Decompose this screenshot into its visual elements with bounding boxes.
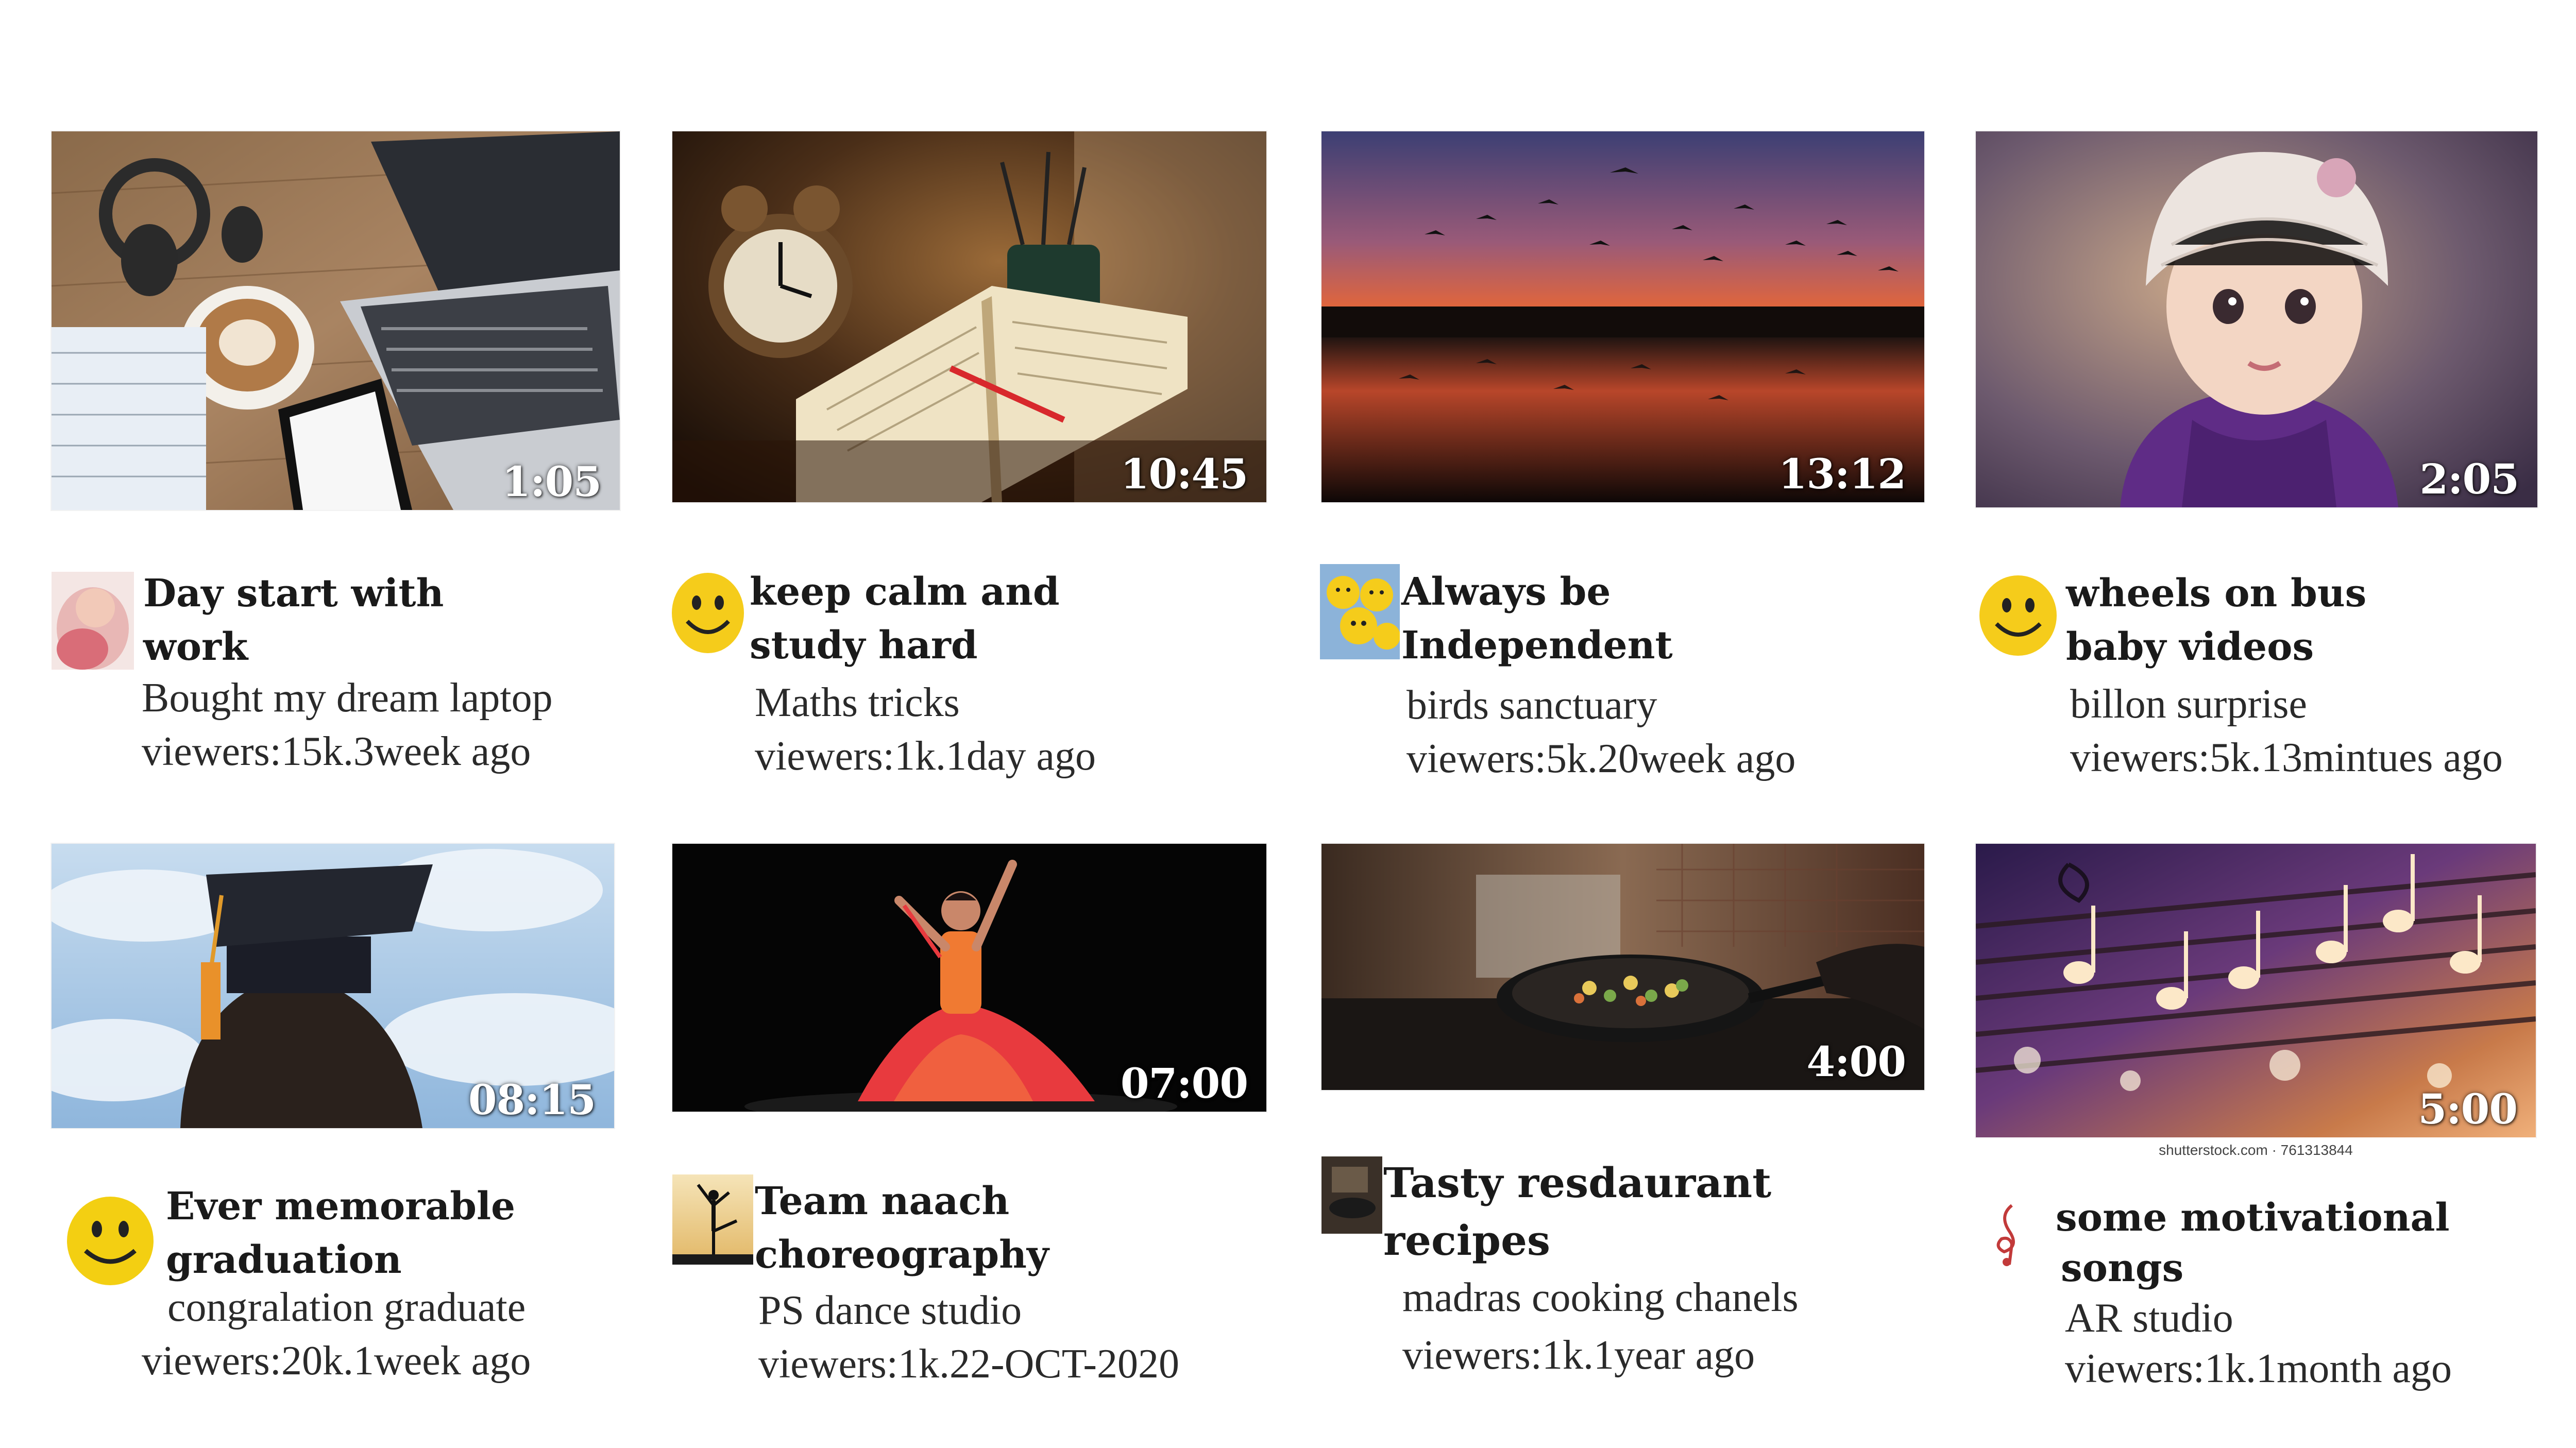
- video-title[interactable]: Tasty resdaurant: [1383, 1154, 1771, 1212]
- video-info: birds sanctuary viewers:5k.20week ago: [1406, 678, 1795, 786]
- video-meta: Day start with work: [143, 567, 444, 674]
- channel-avatar[interactable]: [1321, 1156, 1382, 1234]
- video-title[interactable]: wheels on bus: [2066, 567, 2366, 620]
- video-thumbnail[interactable]: 4:00: [1321, 844, 1924, 1090]
- channel-name[interactable]: PS dance studio: [758, 1284, 1179, 1337]
- video-thumbnail[interactable]: 1:05: [52, 131, 620, 510]
- video-title-line2[interactable]: work: [143, 620, 444, 674]
- video-info: Bought my dream laptop viewers:15k.3week…: [142, 671, 553, 778]
- video-meta: Always be Independent: [1401, 565, 1673, 672]
- video-title-line2[interactable]: recipes: [1383, 1212, 1771, 1269]
- video-stats: viewers:1k.1month ago: [2065, 1346, 2452, 1391]
- channel-name[interactable]: madras cooking chanels: [1402, 1269, 1799, 1326]
- smiley-face-icon: [1979, 575, 2057, 656]
- book-clock-thumbnail: [672, 131, 1266, 502]
- channel-avatar[interactable]: [66, 1195, 155, 1287]
- video-thumbnail[interactable]: 13:12: [1321, 131, 1924, 502]
- channel-name[interactable]: congralation graduate: [142, 1281, 531, 1334]
- video-thumbnail[interactable]: 2:05: [1976, 131, 2537, 507]
- video-title-line2[interactable]: study hard: [750, 619, 1060, 672]
- channel-name[interactable]: billon surprise: [2070, 677, 2539, 731]
- video-thumbnail[interactable]: 08:15: [52, 844, 614, 1128]
- channel-avatar[interactable]: [672, 1174, 753, 1265]
- video-meta: some motivational songs: [2056, 1193, 2450, 1293]
- video-title-line2[interactable]: choreography: [755, 1228, 1049, 1282]
- channel-name[interactable]: Maths tricks: [755, 676, 1096, 729]
- video-duration: 13:12: [1778, 450, 1906, 498]
- video-meta: Tasty resdaurant recipes: [1383, 1154, 1771, 1269]
- video-stats: viewers:1k.1year ago: [1402, 1333, 1755, 1378]
- video-duration: 4:00: [1806, 1037, 1906, 1086]
- smiley-group-icon: [1320, 564, 1400, 659]
- video-stats: viewers:1k.22-OCT-2020: [758, 1341, 1179, 1387]
- watermark-strip: shutterstock.com · 761313844: [1976, 1137, 2536, 1163]
- video-thumbnail[interactable]: 5:00: [1976, 844, 2536, 1137]
- channel-avatar[interactable]: [1978, 574, 2058, 657]
- channel-avatar[interactable]: [52, 572, 134, 670]
- video-duration: 10:45: [1120, 450, 1248, 498]
- video-duration: 5:00: [2418, 1085, 2518, 1133]
- video-title-line2[interactable]: songs: [2056, 1243, 2450, 1293]
- video-info: AR studio viewers:1k.1month ago: [2065, 1293, 2452, 1394]
- video-stats: viewers:20k.1week ago: [142, 1338, 531, 1384]
- video-info: PS dance studio viewers:1k.22-OCT-2020: [758, 1284, 1179, 1391]
- laptop-coffee-thumbnail: [52, 131, 620, 510]
- dancer-silhouette-icon: [672, 1174, 753, 1265]
- video-title-line2[interactable]: Independent: [1401, 619, 1673, 672]
- video-meta: wheels on bus baby videos: [2066, 567, 2366, 674]
- video-info: Maths tricks viewers:1k.1day ago: [755, 676, 1096, 783]
- video-stats: viewers:5k.13mintues ago: [2070, 735, 2503, 780]
- video-meta: Team naach choreography: [755, 1174, 1049, 1282]
- video-title-line2[interactable]: baby videos: [2066, 620, 2366, 674]
- watermark-text: shutterstock.com · 761313844: [2159, 1142, 2353, 1158]
- treble-clef-icon: [1989, 1200, 2030, 1267]
- video-title[interactable]: Ever memorable: [166, 1180, 515, 1233]
- channel-name[interactable]: birds sanctuary: [1406, 678, 1795, 732]
- video-thumbnail[interactable]: 07:00: [672, 844, 1266, 1112]
- channel-name[interactable]: Bought my dream laptop: [142, 671, 553, 725]
- video-duration: 2:05: [2419, 455, 2519, 503]
- video-meta: Ever memorable graduation: [166, 1180, 515, 1287]
- kitchen-avatar-icon: [1321, 1156, 1382, 1234]
- video-stats: viewers:1k.1day ago: [755, 734, 1096, 779]
- birds-sunset-thumbnail: [1321, 131, 1924, 502]
- video-stats: viewers:15k.3week ago: [142, 729, 531, 774]
- video-title[interactable]: Always be: [1401, 565, 1673, 619]
- baby-avatar-icon: [52, 572, 134, 670]
- smiley-face-icon: [67, 1197, 154, 1285]
- channel-avatar[interactable]: [1320, 564, 1400, 659]
- video-info: billon surprise viewers:5k.13mintues ago: [2070, 677, 2539, 785]
- channel-name[interactable]: AR studio: [2065, 1293, 2452, 1343]
- video-duration: 1:05: [502, 457, 602, 506]
- video-meta: keep calm and study hard: [750, 565, 1060, 672]
- video-stats: viewers:5k.20week ago: [1406, 736, 1796, 781]
- video-info: madras cooking chanels viewers:1k.1year …: [1402, 1269, 1799, 1384]
- channel-avatar[interactable]: [671, 571, 745, 655]
- video-title[interactable]: keep calm and: [750, 565, 1060, 619]
- channel-avatar[interactable]: [1989, 1200, 2030, 1267]
- video-info: congralation graduate viewers:20k.1week …: [142, 1281, 531, 1388]
- video-duration: 07:00: [1120, 1059, 1248, 1108]
- smiley-face-icon: [672, 573, 744, 653]
- video-thumbnail[interactable]: 10:45: [672, 131, 1266, 502]
- video-title[interactable]: Day start with: [143, 567, 444, 620]
- video-title[interactable]: Team naach: [755, 1174, 1049, 1228]
- baby-hat-thumbnail: [1976, 131, 2537, 507]
- video-duration: 08:15: [468, 1076, 596, 1124]
- video-title-line2[interactable]: graduation: [166, 1233, 515, 1287]
- video-title[interactable]: some motivational: [2056, 1193, 2450, 1243]
